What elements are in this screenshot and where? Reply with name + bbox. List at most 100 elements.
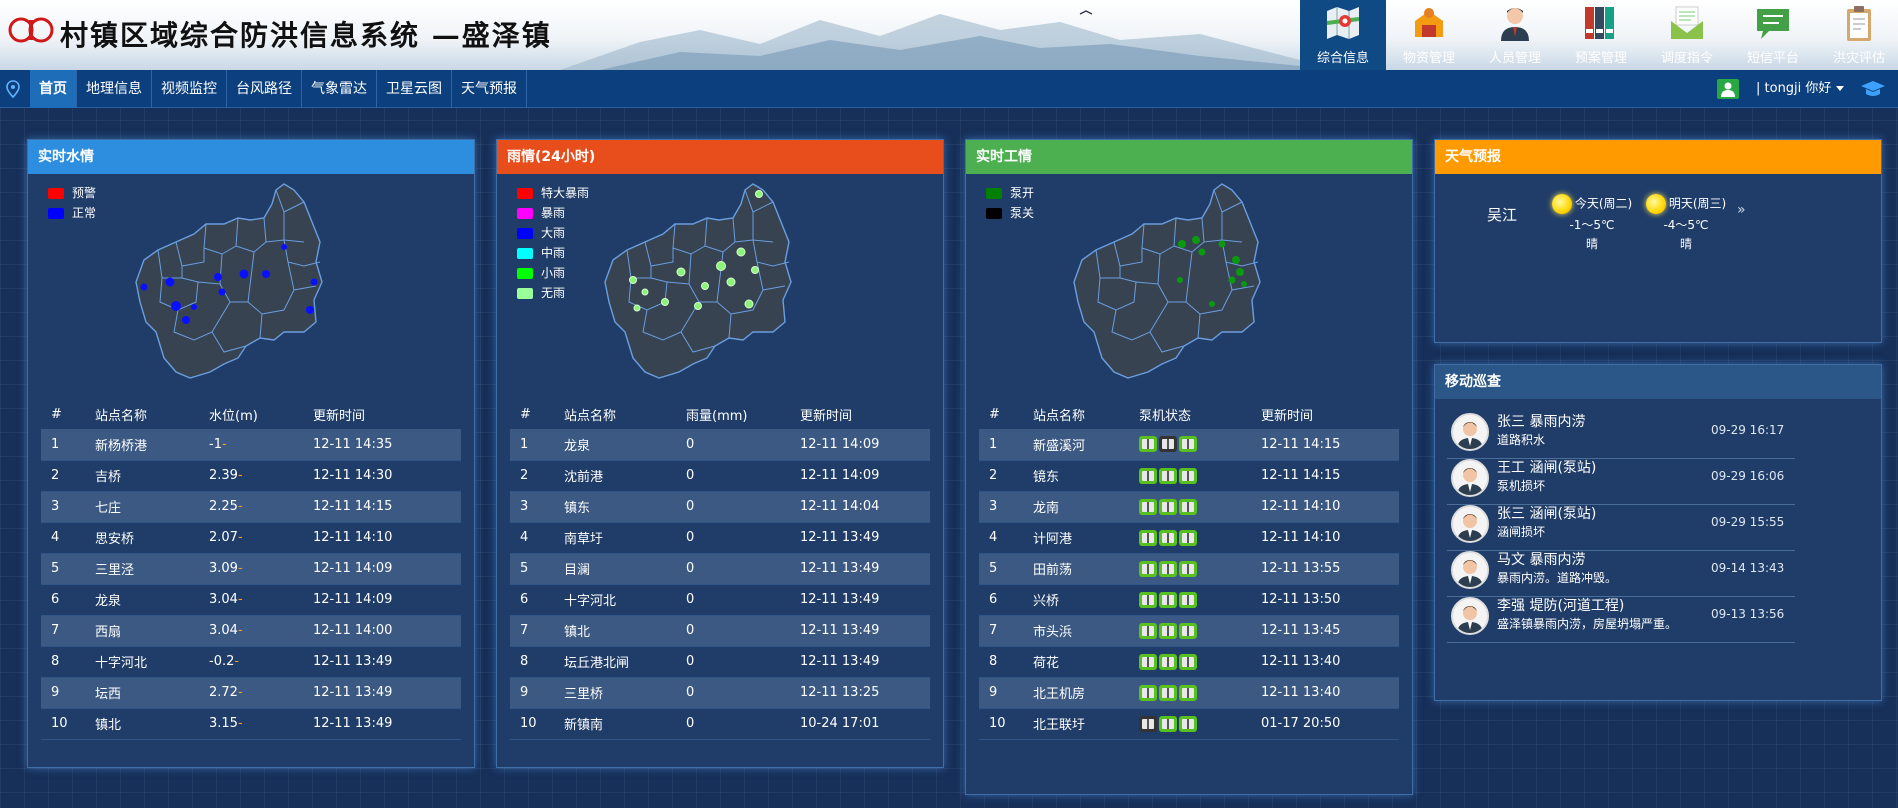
weather-more-button[interactable]: » <box>1737 202 1746 218</box>
table-row[interactable]: 10 北王联圩 01-17 20:50 <box>979 708 1399 740</box>
pump-on-icon[interactable] <box>1179 467 1197 484</box>
table-row[interactable]: 2 镜东 12-11 14:15 <box>979 460 1399 492</box>
table-row[interactable]: 3 七庄 2.25- 12-11 14:15 <box>41 491 461 523</box>
table-row[interactable]: 10 镇北 3.15- 12-11 13:49 <box>41 708 461 740</box>
nav-item-forecast[interactable]: 天气预报 <box>452 70 527 108</box>
pump-on-icon[interactable] <box>1159 622 1177 639</box>
module-materials[interactable]: 物资管理 <box>1386 0 1472 70</box>
table-row[interactable]: 2 吉桥 2.39- 12-11 14:30 <box>41 460 461 492</box>
graduation-cap-icon[interactable] <box>1860 80 1886 98</box>
pump-on-icon[interactable] <box>1159 529 1177 546</box>
table-row[interactable]: 9 三里桥 0 12-11 13:25 <box>510 677 930 709</box>
column-header: 更新时间 <box>1261 408 1314 424</box>
table-row[interactable]: 5 田前荡 12-11 13:55 <box>979 553 1399 585</box>
pump-off-icon[interactable] <box>1159 436 1177 453</box>
pump-on-icon[interactable] <box>1159 498 1177 515</box>
nav-item-video[interactable]: 视频监控 <box>152 70 227 108</box>
pump-station-map[interactable] <box>1072 182 1296 382</box>
user-avatar-icon[interactable] <box>1717 79 1739 99</box>
table-row[interactable]: 8 坛丘港北闸 0 12-11 13:49 <box>510 646 930 678</box>
table-row[interactable]: 6 龙泉 3.04- 12-11 14:09 <box>41 584 461 616</box>
pump-on-icon[interactable] <box>1159 653 1177 670</box>
station-name: 南草圩 <box>554 522 676 554</box>
pump-on-icon[interactable] <box>1139 436 1157 453</box>
pump-on-icon[interactable] <box>1179 436 1197 453</box>
patrol-item[interactable]: 李强 堤防(河道工程) 盛泽镇暴雨内涝，房屋坍塌严重。 09-13 13:56 <box>1447 589 1795 643</box>
table-row[interactable]: 7 镇北 0 12-11 13:49 <box>510 615 930 647</box>
station-name: 西扇 <box>85 615 199 647</box>
station-name: 荷花 <box>1023 646 1129 678</box>
pump-on-icon[interactable] <box>1139 529 1157 546</box>
table-row[interactable]: 1 新杨桥港 -1- 12-11 14:35 <box>41 429 461 461</box>
pump-on-icon[interactable] <box>1159 715 1177 732</box>
module-sms[interactable]: 短信平台 <box>1730 0 1816 70</box>
pump-on-icon[interactable] <box>1139 684 1157 701</box>
table-row[interactable]: 8 十字河北 -0.2- 12-11 13:49 <box>41 646 461 678</box>
pump-off-icon[interactable] <box>1139 715 1157 732</box>
table-row[interactable]: 1 龙泉 0 12-11 14:09 <box>510 429 930 461</box>
table-row[interactable]: 4 南草圩 0 12-11 13:49 <box>510 522 930 554</box>
pump-on-icon[interactable] <box>1139 467 1157 484</box>
table-row[interactable]: 5 三里泾 3.09- 12-11 14:09 <box>41 553 461 585</box>
nav-item-satellite[interactable]: 卫星云图 <box>377 70 452 108</box>
pump-on-icon[interactable] <box>1179 591 1197 608</box>
column-header: 水位(m) <box>209 408 258 424</box>
module-assessment[interactable]: 洪灾评估 <box>1816 0 1898 70</box>
water-station-map[interactable] <box>134 182 358 382</box>
table-row[interactable]: 6 兴桥 12-11 13:50 <box>979 584 1399 616</box>
nav-item-typhoon[interactable]: 台风路径 <box>227 70 302 108</box>
module-dispatch[interactable]: 调度指令 <box>1644 0 1730 70</box>
nav-item-geo-info[interactable]: 地理信息 <box>77 70 152 108</box>
table-row[interactable]: 2 沈前港 0 12-11 14:09 <box>510 460 930 492</box>
chevron-down-icon[interactable] <box>1836 86 1844 91</box>
legend-item: 正常 <box>48 203 96 223</box>
rain-station-map[interactable] <box>603 182 827 382</box>
table-row[interactable]: 4 思安桥 2.07- 12-11 14:10 <box>41 522 461 554</box>
row-index: 5 <box>41 553 85 585</box>
pump-on-icon[interactable] <box>1179 529 1197 546</box>
update-time: 12-11 14:00 <box>303 615 461 647</box>
pump-on-icon[interactable] <box>1179 684 1197 701</box>
main-nav: 首页 地理信息 视频监控 台风路径 气象雷达 卫星云图 天气预报 | tongj… <box>0 70 1898 108</box>
pump-status-group <box>1139 684 1251 701</box>
table-row[interactable]: 9 北王机房 12-11 13:40 <box>979 677 1399 709</box>
pump-on-icon[interactable] <box>1179 560 1197 577</box>
module-personnel[interactable]: 人员管理 <box>1472 0 1558 70</box>
update-time: 12-11 13:49 <box>303 646 461 678</box>
user-greeting[interactable]: | tongji 你好 <box>1756 70 1831 108</box>
table-row[interactable]: 7 市头浜 12-11 13:45 <box>979 615 1399 647</box>
module-integrated-info[interactable]: 综合信息 <box>1300 0 1386 70</box>
station-name: 龙南 <box>1023 491 1129 523</box>
pump-on-icon[interactable] <box>1179 653 1197 670</box>
nav-item-home[interactable]: 首页 <box>30 70 77 108</box>
sunny-icon <box>1645 194 1666 214</box>
pump-on-icon[interactable] <box>1139 591 1157 608</box>
pump-on-icon[interactable] <box>1139 653 1157 670</box>
table-row[interactable]: 5 目澜 0 12-11 13:49 <box>510 553 930 585</box>
pump-on-icon[interactable] <box>1179 715 1197 732</box>
pump-on-icon[interactable] <box>1159 591 1177 608</box>
pump-on-icon[interactable] <box>1159 684 1177 701</box>
pump-on-icon[interactable] <box>1179 498 1197 515</box>
pump-on-icon[interactable] <box>1139 560 1157 577</box>
table-row[interactable]: 6 十字河北 0 12-11 13:49 <box>510 584 930 616</box>
pump-on-icon[interactable] <box>1139 498 1157 515</box>
pump-on-icon[interactable] <box>1159 560 1177 577</box>
patrol-desc: 盛泽镇暴雨内涝，房屋坍塌严重。 <box>1497 617 1678 631</box>
nav-item-radar[interactable]: 气象雷达 <box>302 70 377 108</box>
table-row[interactable]: 9 坛西 2.72- 12-11 13:49 <box>41 677 461 709</box>
module-plans[interactable]: 预案管理 <box>1558 0 1644 70</box>
table-row[interactable]: 3 镇东 0 12-11 14:04 <box>510 491 930 523</box>
table-row[interactable]: 10 新镇南 0 10-24 17:01 <box>510 708 930 740</box>
pump-on-icon[interactable] <box>1179 622 1197 639</box>
station-name: 吉桥 <box>85 460 199 492</box>
pump-on-icon[interactable] <box>1159 467 1177 484</box>
table-row[interactable]: 4 计阿港 12-11 14:10 <box>979 522 1399 554</box>
station-name: 目澜 <box>554 553 676 585</box>
table-row[interactable]: 1 新盛溪河 12-11 14:15 <box>979 429 1399 461</box>
pump-on-icon[interactable] <box>1139 622 1157 639</box>
table-row[interactable]: 7 西扇 3.04- 12-11 14:00 <box>41 615 461 647</box>
table-row[interactable]: 8 荷花 12-11 13:40 <box>979 646 1399 678</box>
water-level: 3.04 <box>209 592 238 607</box>
table-row[interactable]: 3 龙南 12-11 14:10 <box>979 491 1399 523</box>
